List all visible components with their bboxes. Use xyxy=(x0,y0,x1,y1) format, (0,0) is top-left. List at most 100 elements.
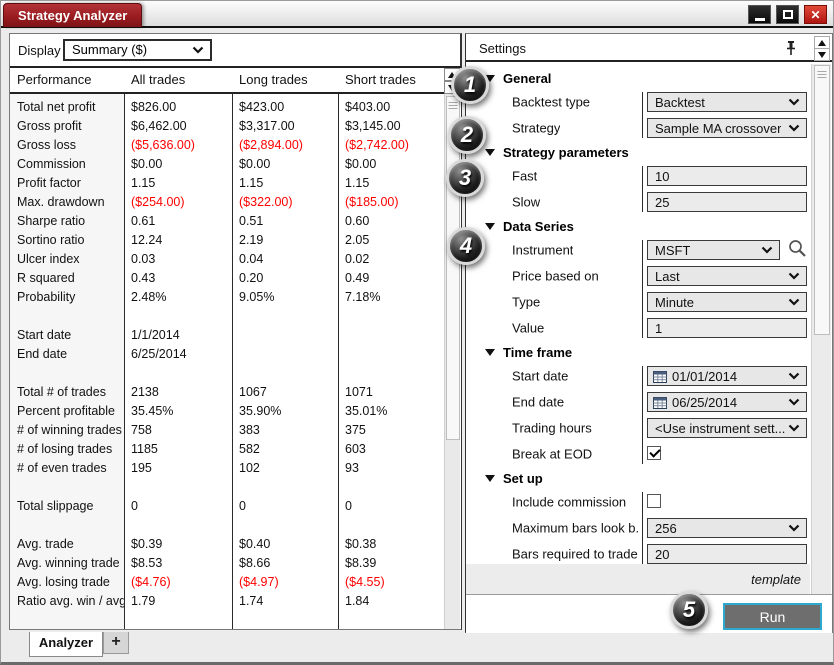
row-value-all: 1/1/2014 xyxy=(124,326,232,345)
setting-row-instrument: InstrumentMSFT xyxy=(466,237,810,263)
table-row-gross-loss[interactable]: Gross loss($5,636.00)($2,894.00)($2,742.… xyxy=(10,136,444,155)
instrument-search-icon[interactable] xyxy=(788,239,808,259)
table-row-total-slippage[interactable]: Total slippage000 xyxy=(10,497,444,516)
row-label: Start date xyxy=(10,326,124,345)
column-header-performance[interactable]: Performance xyxy=(10,68,124,92)
add-tab-button[interactable]: + xyxy=(103,632,129,654)
row-value-all: $0.00 xyxy=(124,155,232,174)
table-row-commission[interactable]: Commission$0.00$0.00$0.00 xyxy=(10,155,444,174)
row-value-short xyxy=(338,307,444,326)
display-select[interactable]: Summary ($) xyxy=(63,39,212,61)
setting-row-break-at-eod: Break at EOD xyxy=(466,441,810,467)
row-label: Total net profit xyxy=(10,98,124,117)
window-title-tab[interactable]: Strategy Analyzer xyxy=(3,3,142,27)
table-row-of-losing-trades[interactable]: # of losing trades1185582603 xyxy=(10,440,444,459)
calendar-icon xyxy=(653,370,667,386)
row-value-all: 1.15 xyxy=(124,174,232,193)
strategy-select[interactable]: Sample MA crossover xyxy=(647,118,807,138)
section-header-strategy-parameters[interactable]: Strategy parameters xyxy=(466,141,810,163)
row-value-long: 1067 xyxy=(232,383,338,402)
maximize-button[interactable] xyxy=(776,5,799,24)
run-button[interactable]: Run xyxy=(723,603,822,630)
include-commission-checkbox[interactable] xyxy=(647,494,661,508)
row-value-short: 1071 xyxy=(338,383,444,402)
table-row-end-date[interactable]: End date6/25/2014 xyxy=(10,345,444,364)
table-row-ulcer-index[interactable]: Ulcer index0.030.040.02 xyxy=(10,250,444,269)
control-value: Sample MA crossover xyxy=(655,120,781,137)
table-row-r-squared[interactable]: R squared0.430.200.49 xyxy=(10,269,444,288)
window-controls: ✕ xyxy=(748,5,827,24)
pin-icon[interactable] xyxy=(786,40,796,61)
table-row-avg-losing-trade[interactable]: Avg. losing trade($4.76)($4.97)($4.55) xyxy=(10,573,444,592)
slow-input[interactable]: 25 xyxy=(647,192,807,212)
trading-hours-select[interactable]: <Use instrument sett... xyxy=(647,418,807,438)
template-link[interactable]: template xyxy=(751,572,801,587)
chevron-down-icon xyxy=(761,246,773,254)
start-date-select[interactable]: 01/01/2014 xyxy=(647,366,807,386)
end-date-select[interactable]: 06/25/2014 xyxy=(647,392,807,412)
table-row-spacer[interactable] xyxy=(10,364,444,383)
setting-label: End date xyxy=(512,395,564,410)
table-row-avg-trade[interactable]: Avg. trade$0.39$0.40$0.38 xyxy=(10,535,444,554)
row-value-long: 0.20 xyxy=(232,269,338,288)
bars-required-to-trade-input[interactable]: 20 xyxy=(647,544,807,564)
value-input[interactable]: 1 xyxy=(647,318,807,338)
maximum-bars-look-b-select[interactable]: 256 xyxy=(647,518,807,538)
row-value-all xyxy=(124,307,232,326)
table-row-spacer[interactable] xyxy=(10,478,444,497)
minimize-button[interactable] xyxy=(748,5,771,24)
instrument-select[interactable]: MSFT xyxy=(647,240,780,260)
row-value-long: $8.66 xyxy=(232,554,338,573)
fast-input[interactable]: 10 xyxy=(647,166,807,186)
scroll-down-button[interactable] xyxy=(814,48,830,61)
table-row-percent-profitable[interactable]: Percent profitable35.45%35.90%35.01% xyxy=(10,402,444,421)
row-value-long: 1.15 xyxy=(232,174,338,193)
table-scrollbar[interactable] xyxy=(444,68,460,629)
row-label: Avg. trade xyxy=(10,535,124,554)
table-row-probability[interactable]: Probability2.48%9.05%7.18% xyxy=(10,288,444,307)
row-value-all: 0.61 xyxy=(124,212,232,231)
chevron-down-icon xyxy=(788,298,800,306)
title-bar: Strategy Analyzer ✕ xyxy=(1,1,833,27)
scrollbar-thumb[interactable] xyxy=(814,65,830,335)
table-row-spacer[interactable] xyxy=(10,307,444,326)
type-select[interactable]: Minute xyxy=(647,292,807,312)
setting-label: Value xyxy=(512,321,544,336)
row-label: Max. drawdown xyxy=(10,193,124,212)
table-row-of-even-trades[interactable]: # of even trades19510293 xyxy=(10,459,444,478)
setting-row-backtest-type: Backtest typeBacktest xyxy=(466,89,810,115)
break-at-eod-checkbox[interactable] xyxy=(647,446,661,460)
row-label xyxy=(10,307,124,326)
table-row-sharpe-ratio[interactable]: Sharpe ratio0.610.510.60 xyxy=(10,212,444,231)
setting-label: Bars required to trade xyxy=(512,547,638,562)
backtest-type-select[interactable]: Backtest xyxy=(647,92,807,112)
table-row-total-of-trades[interactable]: Total # of trades213810671071 xyxy=(10,383,444,402)
table-row-sortino-ratio[interactable]: Sortino ratio12.242.192.05 xyxy=(10,231,444,250)
table-row-avg-winning-trade[interactable]: Avg. winning trade$8.53$8.66$8.39 xyxy=(10,554,444,573)
settings-scrollbar[interactable] xyxy=(811,64,831,594)
table-row-start-date[interactable]: Start date1/1/2014 xyxy=(10,326,444,345)
table-row-spacer[interactable] xyxy=(10,516,444,535)
price-based-on-select[interactable]: Last xyxy=(647,266,807,286)
column-header-short-trades[interactable]: Short trades xyxy=(338,68,444,92)
row-value-short: ($185.00) xyxy=(338,193,444,212)
table-row-max-drawdown[interactable]: Max. drawdown($254.00)($322.00)($185.00) xyxy=(10,193,444,212)
row-value-short: $0.00 xyxy=(338,155,444,174)
table-row-profit-factor[interactable]: Profit factor1.151.151.15 xyxy=(10,174,444,193)
column-header-all-trades[interactable]: All trades xyxy=(124,68,232,92)
row-label: Ratio avg. win / avg. loss xyxy=(10,592,124,611)
table-row-of-winning-trades[interactable]: # of winning trades758383375 xyxy=(10,421,444,440)
table-row-ratio-avg-win-avg-loss[interactable]: Ratio avg. win / avg. loss1.791.741.84 xyxy=(10,592,444,611)
row-value-long: 2.19 xyxy=(232,231,338,250)
section-header-data-series[interactable]: Data Series xyxy=(466,215,810,237)
settings-title: Settings xyxy=(479,41,526,56)
section-header-set-up[interactable]: Set up xyxy=(466,467,810,489)
row-value-long: $3,317.00 xyxy=(232,117,338,136)
table-row-total-net-profit[interactable]: Total net profit$826.00$423.00$403.00 xyxy=(10,98,444,117)
table-row-gross-profit[interactable]: Gross profit$6,462.00$3,317.00$3,145.00 xyxy=(10,117,444,136)
tab-analyzer[interactable]: Analyzer xyxy=(29,632,103,657)
column-header-long-trades[interactable]: Long trades xyxy=(232,68,338,92)
section-header-time-frame[interactable]: Time frame xyxy=(466,341,810,363)
section-header-general[interactable]: General xyxy=(466,67,810,89)
close-button[interactable]: ✕ xyxy=(804,5,827,24)
